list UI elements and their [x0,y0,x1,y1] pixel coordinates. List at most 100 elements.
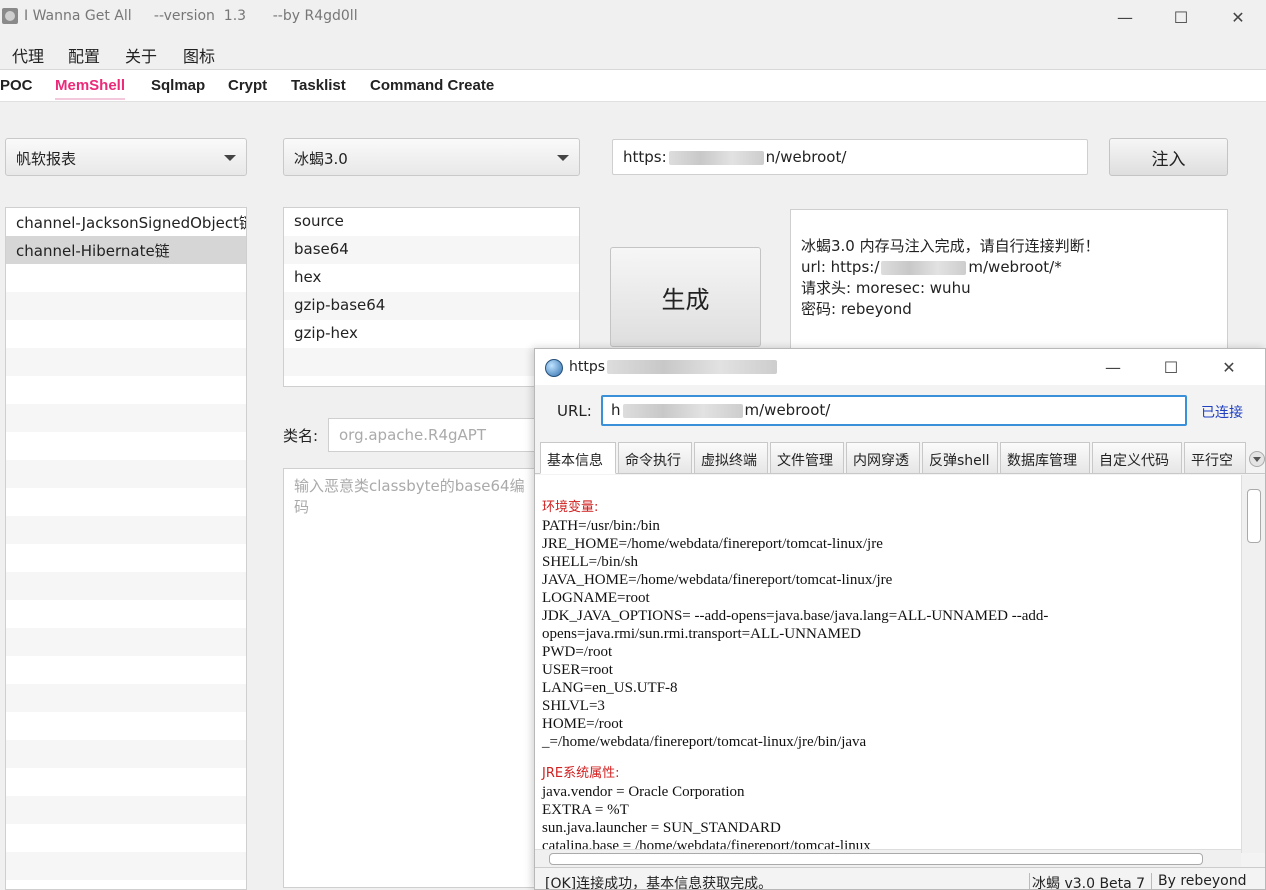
inject-button[interactable]: 注入 [1109,138,1228,176]
menu-proxy[interactable]: 代理 [12,43,44,67]
list-item-selected[interactable]: channel-Hibernate链 [6,236,246,264]
globe-icon [545,359,563,377]
minimize-button[interactable]: — [1097,0,1153,34]
tab-parallel[interactable]: 平行空 [1184,442,1246,474]
env-line: JRE_HOME=/home/webdata/finereport/tomcat… [542,536,883,552]
list-item[interactable]: channel-JacksonSignedObject链 [6,208,246,236]
list-item[interactable]: source [284,208,579,236]
env-line: PWD=/root [542,644,613,660]
classname-input[interactable]: org.apache.R4gAPT [328,418,543,452]
list-item[interactable]: gzip-base64 [284,292,579,320]
redacted-text [668,150,764,165]
empty-row [6,684,246,712]
url-input[interactable]: https: n/webroot/ [612,139,1088,175]
status-version: 冰蝎 v3.0 Beta 7 [1029,873,1145,889]
tabs-overflow-icon[interactable] [1249,451,1265,467]
empty-row [6,348,246,376]
menu-bar: 代理 配置 关于 图标 [0,34,1266,68]
output-panel: 冰蝎3.0 内存马注入完成，请自行连接判断！ url: https:/ m/web… [790,209,1228,359]
tab-command-exec[interactable]: 命令执行 [618,442,692,474]
output-line: 请求头: moresec: wuhu [801,279,971,297]
tab-sqlmap[interactable]: Sqlmap [151,77,205,98]
app-icon [2,8,18,24]
env-line: HOME=/root [542,716,623,732]
output-url-line: url: https:/ m/webroot/* [801,257,1217,278]
behinder-url-suffix: m/webroot/ [744,401,831,419]
status-author: By rebeyond [1151,873,1247,889]
vertical-scrollbar[interactable] [1241,475,1265,853]
list-item[interactable]: gzip-hex [284,320,579,348]
env-line: PATH=/usr/bin:/bin [542,518,660,534]
classbyte-textarea[interactable]: 输入恶意类classbyte的base64编码 [283,468,543,888]
menu-icon[interactable]: 图标 [183,43,215,67]
menu-config[interactable]: 配置 [68,43,100,67]
empty-row [6,712,246,740]
empty-row [6,460,246,488]
chevron-down-icon [224,155,236,161]
empty-row [6,488,246,516]
tab-tunnel[interactable]: 内网穿透 [846,442,920,474]
redacted-text [622,403,743,418]
tab-database[interactable]: 数据库管理 [1000,442,1090,474]
scrollbar-thumb[interactable] [1247,489,1261,543]
empty-row [6,376,246,404]
jre-line: EXTRA = %T [542,802,629,818]
behinder-title-bar: https — ☐ ✕ [535,349,1265,385]
tool-select[interactable]: 冰蝎3.0 [283,138,580,176]
behinder-status-bar: [OK]连接成功，基本信息获取完成。 冰蝎 v3.0 Beta 7 By reb… [535,867,1265,889]
empty-row [6,264,246,292]
maximize-button[interactable]: ☐ [1143,349,1199,385]
env-line: SHELL=/bin/sh [542,554,638,570]
tab-memshell[interactable]: MemShell [55,77,126,100]
tab-basic-info[interactable]: 基本信息 [540,442,616,474]
behinder-url-row: URL: h m/webroot/ 已连接 [535,385,1265,435]
tab-poc[interactable]: POC [0,77,33,98]
empty-row [6,824,246,852]
list-item[interactable]: hex [284,264,579,292]
target-select[interactable]: 帆软报表 [5,138,247,176]
tab-command-create[interactable]: Command Create [370,77,494,98]
close-button[interactable]: ✕ [1210,0,1266,34]
window-title: I Wanna Get All --version 1.3 --by R4gd0… [24,8,358,24]
generate-button[interactable]: 生成 [610,247,761,347]
close-button[interactable]: ✕ [1201,349,1257,385]
empty-row [6,852,246,880]
minimize-button[interactable]: — [1085,349,1141,385]
basic-info-content: 环境变量: PATH=/usr/bin:/bin JRE_HOME=/home/… [535,475,1241,853]
redacted-text [881,260,967,275]
behinder-title-prefix: https [569,359,606,375]
redacted-text [607,360,778,374]
env-line: LOGNAME=root [542,590,650,606]
jre-line: java.vendor = Oracle Corporation [542,784,745,800]
tab-custom-code[interactable]: 自定义代码 [1092,442,1182,474]
tab-tasklist[interactable]: Tasklist [291,77,346,98]
tab-crypt[interactable]: Crypt [228,77,267,98]
env-line: SHLVL=3 [542,698,605,714]
empty-row [6,628,246,656]
tab-reverse-shell[interactable]: 反弹shell [922,442,998,474]
module-tabs: POC MemShell Sqlmap Crypt Tasklist Comma… [0,69,1266,102]
menu-about[interactable]: 关于 [125,43,157,67]
env-line: LANG=en_US.UTF-8 [542,680,678,696]
behinder-url-prefix: h [611,401,621,419]
empty-row [6,292,246,320]
tab-virtual-terminal[interactable]: 虚拟终端 [694,442,768,474]
jre-section-title: JRE系统属性: [542,766,620,781]
title-bar: I Wanna Get All --version 1.3 --by R4gd0… [0,0,1266,34]
url-input-prefix: https: [623,148,667,166]
classbyte-placeholder: 输入恶意类classbyte的base64编码 [294,477,525,516]
target-select-value: 帆软报表 [16,150,77,168]
url-label: URL: [557,402,592,420]
tab-file-manager[interactable]: 文件管理 [770,442,844,474]
empty-row [6,432,246,460]
jre-line: sun.java.launcher = SUN_STANDARD [542,820,781,836]
maximize-button[interactable]: ☐ [1153,0,1209,34]
chevron-down-icon [557,155,569,161]
scrollbar-thumb[interactable] [549,853,1203,865]
behinder-window: https — ☐ ✕ URL: h m/webroot/ 已连接 基本信息 命令… [534,348,1266,890]
behinder-url-input[interactable]: h m/webroot/ [601,395,1187,426]
list-item[interactable]: base64 [284,236,579,264]
connection-status-link[interactable]: 已连接 [1201,402,1243,422]
horizontal-scrollbar[interactable] [535,849,1241,867]
